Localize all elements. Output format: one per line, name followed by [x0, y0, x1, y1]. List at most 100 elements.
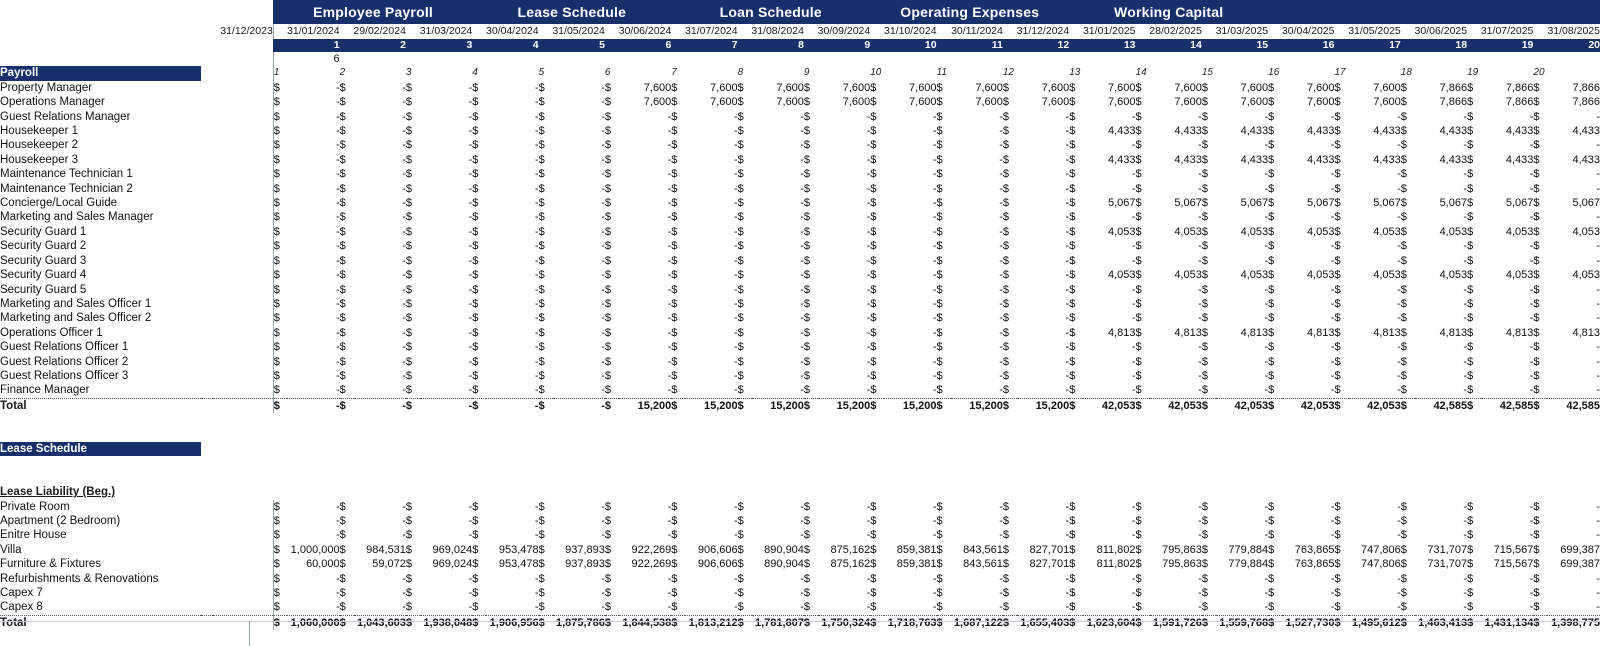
cell-value[interactable]: -	[553, 326, 605, 340]
cell-value[interactable]: 859,381	[884, 543, 937, 557]
cell-value[interactable]: -	[1415, 254, 1467, 268]
cell-value[interactable]: -	[420, 500, 473, 514]
cell-value[interactable]: -	[1415, 110, 1467, 124]
cell-value[interactable]: -	[1017, 586, 1070, 600]
cell-value[interactable]: 5,067	[1415, 196, 1468, 210]
cell-value[interactable]: -	[1282, 311, 1335, 325]
cell-value[interactable]: -	[1083, 210, 1136, 224]
cell-value[interactable]: -	[553, 254, 605, 268]
cell-value[interactable]: 1,431,134	[1481, 614, 1534, 631]
cell-value[interactable]: -	[287, 355, 340, 369]
cell-value[interactable]: -	[752, 383, 804, 398]
cell-value[interactable]: -	[1481, 600, 1534, 615]
cell-value[interactable]: -	[619, 182, 672, 196]
cell-value[interactable]: -	[685, 254, 738, 268]
cell-value[interactable]: -	[354, 514, 406, 528]
cell-value[interactable]: -	[1349, 254, 1401, 268]
cell-value[interactable]: -	[354, 283, 406, 297]
cell-value[interactable]: -	[287, 95, 340, 109]
cell-value[interactable]: -	[1547, 500, 1600, 514]
cell-value[interactable]: -	[818, 297, 871, 311]
cell-value[interactable]: -	[884, 340, 937, 354]
cell-value[interactable]: -	[619, 340, 672, 354]
cell-value[interactable]: 7,600	[1282, 95, 1335, 109]
cell-value[interactable]: 4,433	[1481, 124, 1534, 138]
cell-value[interactable]: -	[685, 196, 738, 210]
cell-value[interactable]: -	[1083, 283, 1136, 297]
cell-value[interactable]: -	[752, 138, 804, 152]
cell-value[interactable]: 4,053	[1282, 225, 1335, 239]
cell-value[interactable]: 4,053	[1415, 268, 1468, 282]
financial-model-grid[interactable]: Employee Payroll Lease Schedule Loan Sched…	[0, 0, 1600, 631]
cell-value[interactable]: 15,200	[884, 397, 937, 414]
cell-value[interactable]: -	[619, 225, 672, 239]
cell-value[interactable]: -	[1415, 514, 1467, 528]
cell-value[interactable]: -	[1282, 355, 1335, 369]
cell-value[interactable]: 827,701	[1017, 543, 1069, 557]
cell-value[interactable]: -	[1017, 600, 1070, 615]
cell-value[interactable]: -	[619, 283, 672, 297]
cell-value[interactable]: -	[1349, 239, 1401, 253]
cell-value[interactable]: -	[752, 268, 804, 282]
cell-value[interactable]: 15,200	[618, 397, 672, 414]
cell-value[interactable]: -	[1481, 528, 1534, 542]
cell-value[interactable]: -	[354, 210, 406, 224]
cell-value[interactable]: -	[1150, 182, 1202, 196]
cell-value[interactable]: -	[884, 297, 937, 311]
cell-value[interactable]: -	[1216, 369, 1268, 383]
cell-value[interactable]: -	[419, 397, 473, 414]
cell-value[interactable]: -	[1547, 600, 1600, 615]
cell-value[interactable]: -	[1349, 110, 1401, 124]
cell-value[interactable]: 4,053	[1282, 268, 1335, 282]
cell-value[interactable]: 4,053	[1216, 225, 1269, 239]
stray-cell-value[interactable]: 6	[272, 52, 340, 67]
cell-value[interactable]: -	[553, 528, 605, 542]
cell-value[interactable]: -	[1150, 311, 1202, 325]
cell-value[interactable]: 827,701	[1017, 557, 1069, 571]
cell-value[interactable]: 843,561	[951, 543, 1003, 557]
cell-value[interactable]: -	[752, 369, 804, 383]
cell-value[interactable]: 4,053	[1481, 268, 1534, 282]
cell-value[interactable]: -	[1216, 528, 1268, 542]
cell-value[interactable]: 4,813	[1547, 326, 1600, 340]
cell-value[interactable]: -	[287, 311, 340, 325]
cell-value[interactable]: -	[287, 572, 340, 586]
cell-value[interactable]: 59,072	[354, 557, 406, 571]
cell-value[interactable]: 1,655,403	[1016, 614, 1070, 631]
cell-value[interactable]: -	[1547, 110, 1600, 124]
cell-value[interactable]: 984,531	[354, 543, 406, 557]
cell-value[interactable]: -	[420, 369, 473, 383]
cell-value[interactable]: -	[486, 182, 539, 196]
cell-value[interactable]: 715,567	[1481, 543, 1534, 557]
cell-value[interactable]: -	[884, 167, 937, 181]
cell-value[interactable]: -	[354, 167, 406, 181]
cell-value[interactable]: -	[752, 500, 804, 514]
cell-value[interactable]: -	[420, 311, 473, 325]
cell-value[interactable]: -	[486, 572, 539, 586]
cell-value[interactable]: -	[486, 196, 539, 210]
cell-value[interactable]: 811,802	[1083, 557, 1136, 571]
cell-value[interactable]: 4,433	[1216, 153, 1269, 167]
cell-value[interactable]: -	[951, 355, 1003, 369]
cell-value[interactable]: -	[287, 397, 340, 414]
cell-value[interactable]: 1,043,603	[353, 614, 406, 631]
cell-value[interactable]: -	[1481, 297, 1534, 311]
cell-value[interactable]: -	[818, 225, 871, 239]
cell-value[interactable]: -	[884, 182, 937, 196]
cell-value[interactable]: -	[420, 153, 473, 167]
cell-value[interactable]: -	[1083, 355, 1136, 369]
cell-value[interactable]: -	[1349, 528, 1401, 542]
cell-value[interactable]: -	[1349, 600, 1401, 615]
cell-value[interactable]: -	[1017, 297, 1070, 311]
cell-value[interactable]: -	[752, 167, 804, 181]
cell-value[interactable]: -	[486, 397, 539, 414]
cell-value[interactable]: -	[1150, 586, 1202, 600]
cell-value[interactable]: -	[818, 138, 871, 152]
cell-value[interactable]: -	[1017, 514, 1070, 528]
cell-value[interactable]: -	[1349, 340, 1401, 354]
cell-value[interactable]: -	[486, 586, 539, 600]
cell-value[interactable]: -	[1017, 225, 1070, 239]
cell-value[interactable]: -	[1481, 283, 1534, 297]
cell-value[interactable]: -	[951, 210, 1003, 224]
cell-value[interactable]: 7,600	[1282, 81, 1335, 95]
